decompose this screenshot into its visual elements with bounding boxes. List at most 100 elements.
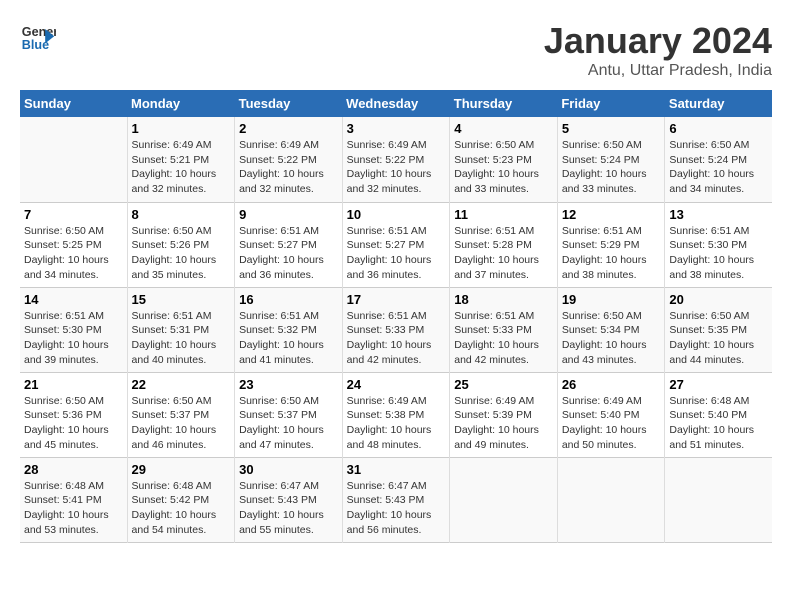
calendar-cell: 20 Sunrise: 6:50 AM Sunset: 5:35 PM Dayli… xyxy=(665,287,772,372)
calendar-title: January 2024 xyxy=(544,20,772,62)
day-info: Sunrise: 6:49 AM Sunset: 5:38 PM Dayligh… xyxy=(347,394,446,453)
calendar-cell: 14 Sunrise: 6:51 AM Sunset: 5:30 PM Dayli… xyxy=(20,287,127,372)
day-number: 3 xyxy=(347,121,446,136)
weekday-header-friday: Friday xyxy=(557,90,665,117)
day-info: Sunrise: 6:51 AM Sunset: 5:30 PM Dayligh… xyxy=(24,309,123,368)
day-number: 4 xyxy=(454,121,553,136)
calendar-cell: 12Sunrise: 6:51 AM Sunset: 5:29 PM Dayli… xyxy=(557,202,665,287)
calendar-cell: 25Sunrise: 6:49 AM Sunset: 5:39 PM Dayli… xyxy=(450,372,558,457)
calendar-cell: 2 Sunrise: 6:49 AM Sunset: 5:22 PM Daylig… xyxy=(235,117,343,202)
day-number: 10 xyxy=(347,207,446,222)
day-info: Sunrise: 6:51 AM Sunset: 5:30 PM Dayligh… xyxy=(669,224,768,283)
day-info: Sunrise: 6:50 AM Sunset: 5:35 PM Dayligh… xyxy=(669,309,768,368)
day-number: 28 xyxy=(24,462,123,477)
day-number: 5 xyxy=(562,121,661,136)
day-number: 14 xyxy=(24,292,123,307)
calendar-cell: 21 Sunrise: 6:50 AM Sunset: 5:36 PM Dayli… xyxy=(20,372,127,457)
weekday-header-saturday: Saturday xyxy=(665,90,772,117)
calendar-cell: 30 Sunrise: 6:47 AM Sunset: 5:43 PM Dayli… xyxy=(235,457,343,542)
weekday-header-wednesday: Wednesday xyxy=(342,90,450,117)
weekday-header-row: SundayMondayTuesdayWednesdayThursdayFrid… xyxy=(20,90,772,117)
calendar-cell: 19 Sunrise: 6:50 AM Sunset: 5:34 PM Dayli… xyxy=(557,287,665,372)
day-number: 30 xyxy=(239,462,338,477)
calendar-cell: 22 Sunrise: 6:50 AM Sunset: 5:37 PM Dayli… xyxy=(127,372,235,457)
day-info: Sunrise: 6:51 AM Sunset: 5:31 PM Dayligh… xyxy=(132,309,231,368)
calendar-cell xyxy=(557,457,665,542)
calendar-cell: 16 Sunrise: 6:51 AM Sunset: 5:32 PM Dayli… xyxy=(235,287,343,372)
day-number: 21 xyxy=(24,377,123,392)
day-number: 9 xyxy=(239,207,338,222)
day-info: Sunrise: 6:49 AM Sunset: 5:21 PM Dayligh… xyxy=(132,138,231,197)
day-info: Sunrise: 6:51 AM Sunset: 5:32 PM Dayligh… xyxy=(239,309,338,368)
day-number: 6 xyxy=(669,121,768,136)
day-info: Sunrise: 6:50 AM Sunset: 5:24 PM Dayligh… xyxy=(562,138,661,197)
day-number: 26 xyxy=(562,377,661,392)
weekday-header-thursday: Thursday xyxy=(450,90,558,117)
calendar-table: SundayMondayTuesdayWednesdayThursdayFrid… xyxy=(20,90,772,543)
calendar-subtitle: Antu, Uttar Pradesh, India xyxy=(544,62,772,80)
day-info: Sunrise: 6:50 AM Sunset: 5:24 PM Dayligh… xyxy=(669,138,768,197)
day-number: 13 xyxy=(669,207,768,222)
day-number: 22 xyxy=(132,377,231,392)
day-number: 16 xyxy=(239,292,338,307)
calendar-cell: 1 Sunrise: 6:49 AM Sunset: 5:21 PM Daylig… xyxy=(127,117,235,202)
calendar-cell: 27 Sunrise: 6:48 AM Sunset: 5:40 PM Dayli… xyxy=(665,372,772,457)
day-number: 31 xyxy=(347,462,446,477)
day-info: Sunrise: 6:51 AM Sunset: 5:28 PM Dayligh… xyxy=(454,224,553,283)
weekday-header-sunday: Sunday xyxy=(20,90,127,117)
day-info: Sunrise: 6:50 AM Sunset: 5:37 PM Dayligh… xyxy=(132,394,231,453)
day-info: Sunrise: 6:51 AM Sunset: 5:33 PM Dayligh… xyxy=(454,309,553,368)
day-number: 19 xyxy=(562,292,661,307)
day-info: Sunrise: 6:49 AM Sunset: 5:22 PM Dayligh… xyxy=(347,138,446,197)
calendar-cell: 10Sunrise: 6:51 AM Sunset: 5:27 PM Dayli… xyxy=(342,202,450,287)
day-info: Sunrise: 6:48 AM Sunset: 5:41 PM Dayligh… xyxy=(24,479,123,538)
calendar-cell: 17 Sunrise: 6:51 AM Sunset: 5:33 PM Dayli… xyxy=(342,287,450,372)
calendar-cell: 24Sunrise: 6:49 AM Sunset: 5:38 PM Dayli… xyxy=(342,372,450,457)
calendar-cell: 8Sunrise: 6:50 AM Sunset: 5:26 PM Daylig… xyxy=(127,202,235,287)
calendar-cell: 29 Sunrise: 6:48 AM Sunset: 5:42 PM Dayli… xyxy=(127,457,235,542)
calendar-cell: 13 Sunrise: 6:51 AM Sunset: 5:30 PM Dayli… xyxy=(665,202,772,287)
day-number: 7 xyxy=(24,207,123,222)
week-row-0: 1 Sunrise: 6:49 AM Sunset: 5:21 PM Daylig… xyxy=(20,117,772,202)
calendar-cell: 9 Sunrise: 6:51 AM Sunset: 5:27 PM Daylig… xyxy=(235,202,343,287)
calendar-cell: 15Sunrise: 6:51 AM Sunset: 5:31 PM Dayli… xyxy=(127,287,235,372)
day-number: 23 xyxy=(239,377,338,392)
day-info: Sunrise: 6:50 AM Sunset: 5:36 PM Dayligh… xyxy=(24,394,123,453)
day-info: Sunrise: 6:49 AM Sunset: 5:22 PM Dayligh… xyxy=(239,138,338,197)
day-info: Sunrise: 6:47 AM Sunset: 5:43 PM Dayligh… xyxy=(347,479,446,538)
week-row-2: 14 Sunrise: 6:51 AM Sunset: 5:30 PM Dayli… xyxy=(20,287,772,372)
day-number: 29 xyxy=(132,462,231,477)
calendar-cell xyxy=(20,117,127,202)
calendar-cell: 3 Sunrise: 6:49 AM Sunset: 5:22 PM Daylig… xyxy=(342,117,450,202)
day-number: 27 xyxy=(669,377,768,392)
week-row-1: 7Sunrise: 6:50 AM Sunset: 5:25 PM Daylig… xyxy=(20,202,772,287)
day-number: 8 xyxy=(132,207,231,222)
day-number: 1 xyxy=(132,121,231,136)
calendar-cell xyxy=(665,457,772,542)
day-number: 25 xyxy=(454,377,553,392)
calendar-cell: 26Sunrise: 6:49 AM Sunset: 5:40 PM Dayli… xyxy=(557,372,665,457)
day-number: 17 xyxy=(347,292,446,307)
logo-icon: General Blue xyxy=(20,20,56,56)
weekday-header-monday: Monday xyxy=(127,90,235,117)
week-row-4: 28 Sunrise: 6:48 AM Sunset: 5:41 PM Dayli… xyxy=(20,457,772,542)
calendar-cell: 23 Sunrise: 6:50 AM Sunset: 5:37 PM Dayli… xyxy=(235,372,343,457)
day-info: Sunrise: 6:48 AM Sunset: 5:40 PM Dayligh… xyxy=(669,394,768,453)
day-number: 20 xyxy=(669,292,768,307)
day-info: Sunrise: 6:50 AM Sunset: 5:34 PM Dayligh… xyxy=(562,309,661,368)
day-info: Sunrise: 6:51 AM Sunset: 5:27 PM Dayligh… xyxy=(239,224,338,283)
day-number: 2 xyxy=(239,121,338,136)
calendar-cell: 31 Sunrise: 6:47 AM Sunset: 5:43 PM Dayli… xyxy=(342,457,450,542)
calendar-cell: 7Sunrise: 6:50 AM Sunset: 5:25 PM Daylig… xyxy=(20,202,127,287)
day-info: Sunrise: 6:47 AM Sunset: 5:43 PM Dayligh… xyxy=(239,479,338,538)
calendar-cell: 6 Sunrise: 6:50 AM Sunset: 5:24 PM Daylig… xyxy=(665,117,772,202)
day-info: Sunrise: 6:48 AM Sunset: 5:42 PM Dayligh… xyxy=(132,479,231,538)
day-info: Sunrise: 6:50 AM Sunset: 5:23 PM Dayligh… xyxy=(454,138,553,197)
day-info: Sunrise: 6:51 AM Sunset: 5:33 PM Dayligh… xyxy=(347,309,446,368)
day-info: Sunrise: 6:50 AM Sunset: 5:37 PM Dayligh… xyxy=(239,394,338,453)
day-number: 12 xyxy=(562,207,661,222)
weekday-header-tuesday: Tuesday xyxy=(235,90,343,117)
day-number: 11 xyxy=(454,207,553,222)
calendar-cell: 4 Sunrise: 6:50 AM Sunset: 5:23 PM Daylig… xyxy=(450,117,558,202)
title-area: January 2024 Antu, Uttar Pradesh, India xyxy=(544,20,772,80)
